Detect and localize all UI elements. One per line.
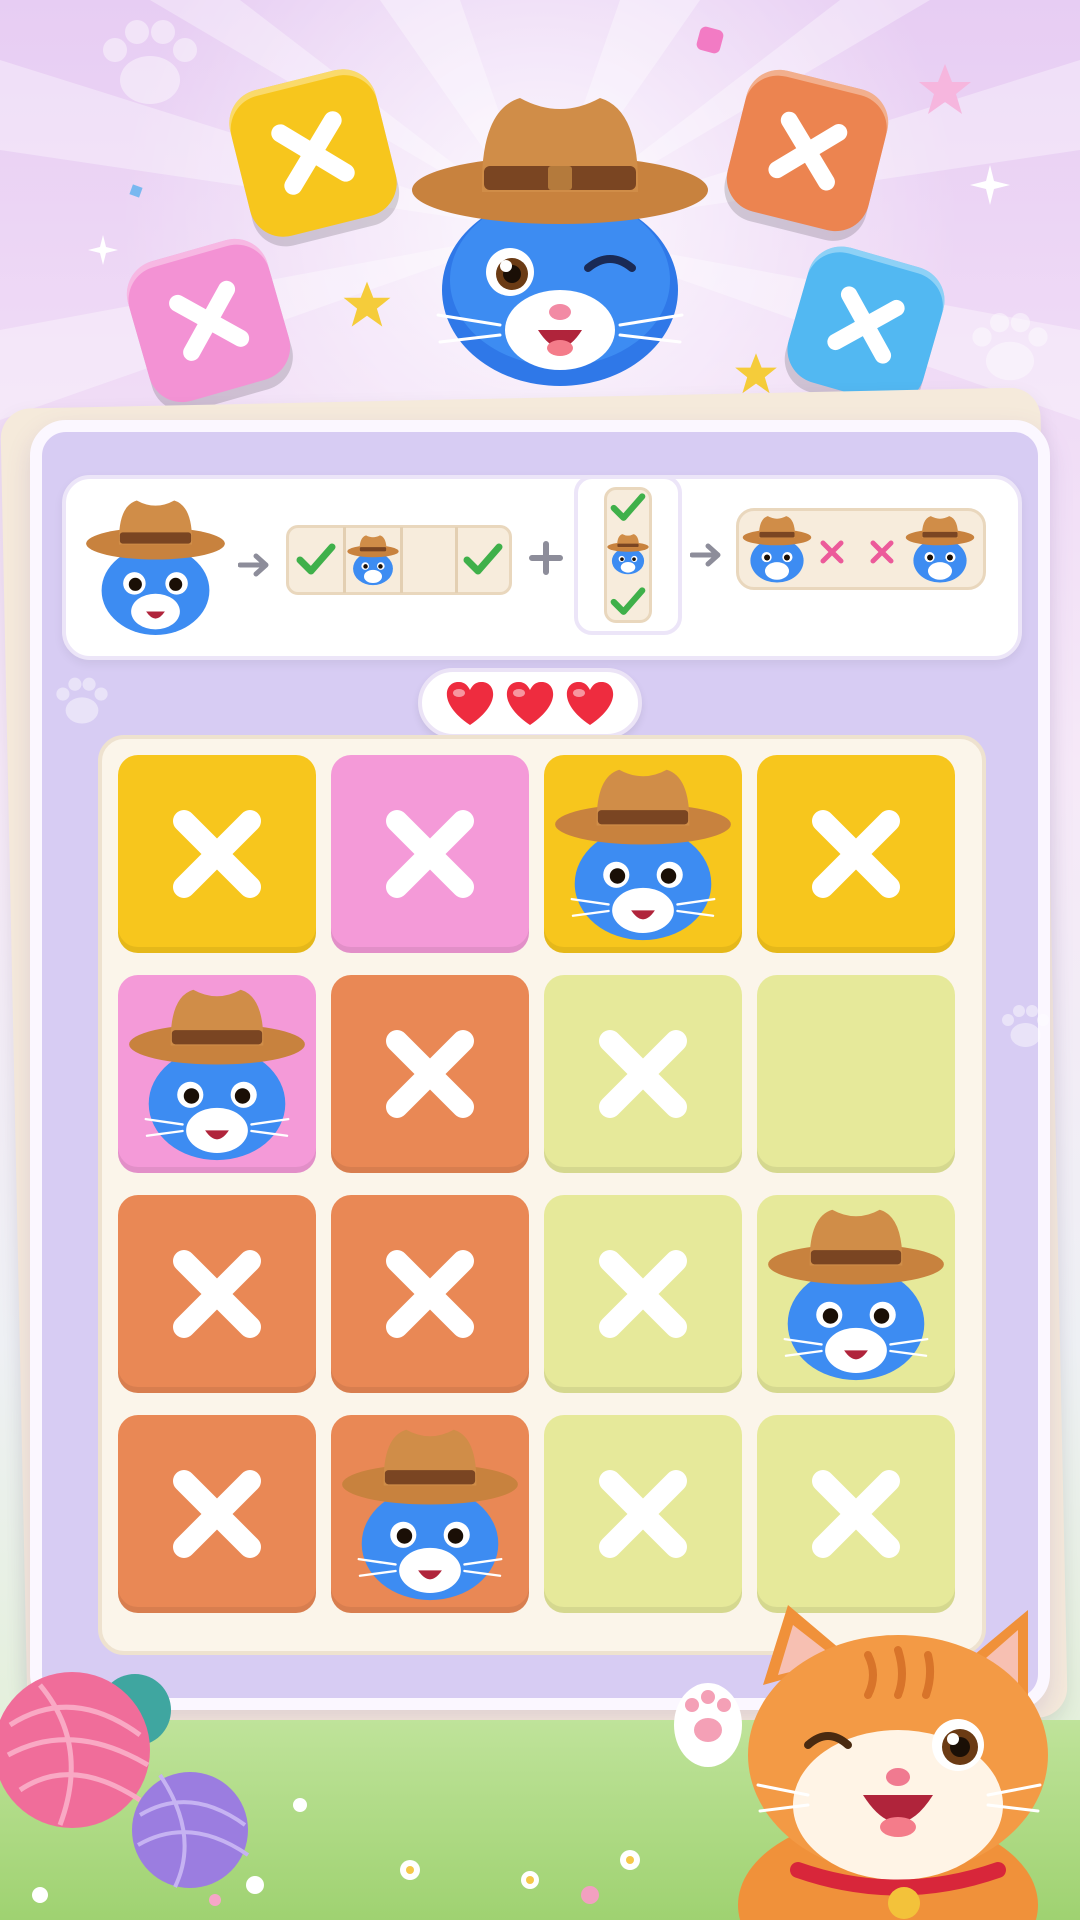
- cat-icon: [742, 516, 812, 583]
- board-cell-r1-c0[interactable]: [118, 975, 316, 1173]
- sparkle-icon: [88, 235, 118, 265]
- star-icon: [919, 64, 971, 114]
- flowers-decoration: [400, 1850, 640, 1904]
- sparkle-icon: [970, 165, 1010, 205]
- board-cell-r0-c0[interactable]: [118, 755, 316, 953]
- board-cell-r1-c2[interactable]: [544, 975, 742, 1173]
- arrow-right-icon: [690, 543, 721, 567]
- board-cell-r1-c1[interactable]: [331, 975, 529, 1173]
- check-icon: [610, 493, 646, 521]
- cat-icon: [347, 535, 399, 586]
- board-cell-r3-c0[interactable]: [118, 1415, 316, 1613]
- board-cell-r3-c1[interactable]: [331, 1415, 529, 1613]
- sparkle-icon: [696, 26, 724, 54]
- x-icon: [768, 111, 847, 190]
- board-cell-r2-c3[interactable]: [757, 1195, 955, 1393]
- x-icon: [271, 111, 355, 195]
- check-icon: [296, 543, 336, 575]
- x-icon: [827, 286, 905, 364]
- x-mark-icon: [173, 1470, 261, 1558]
- yarn-balls-decoration: [0, 1672, 307, 1906]
- x-mark-icon: [812, 1470, 900, 1558]
- x-mark-icon: [173, 1250, 261, 1338]
- orange-cat-waving: [674, 1605, 1048, 1920]
- cross-icon: [820, 540, 844, 564]
- star-icon: [343, 281, 391, 327]
- board-cell-r2-c1[interactable]: [331, 1195, 529, 1393]
- x-icon: [168, 280, 249, 361]
- x-mark-icon: [599, 1470, 687, 1558]
- lives-indicator: [418, 668, 642, 738]
- board-cell-r2-c2[interactable]: [544, 1195, 742, 1393]
- paw-print-icon: [972, 313, 1048, 381]
- divider: [455, 527, 458, 593]
- heart-icon: [566, 681, 614, 725]
- board-cell-r0-c3[interactable]: [757, 755, 955, 953]
- plus-icon: [529, 541, 563, 575]
- cat-token-icon: [129, 989, 305, 1161]
- x-mark-icon: [386, 1030, 474, 1118]
- cat-token-icon: [555, 769, 731, 941]
- cat-token-icon: [768, 1209, 944, 1381]
- paw-print-icon: [1002, 1005, 1049, 1047]
- divider: [343, 527, 346, 593]
- x-mark-icon: [599, 1030, 687, 1118]
- cat-token-icon: [342, 1429, 518, 1601]
- check-icon: [610, 587, 646, 615]
- rule-cat-icon: [86, 500, 225, 635]
- board-cell-r1-c3[interactable]: [757, 975, 955, 1173]
- paw-print-icon: [103, 20, 197, 104]
- heart-icon: [506, 681, 554, 725]
- check-icon: [463, 543, 503, 575]
- sparkle-icon: [129, 184, 143, 198]
- board-cell-r0-c2[interactable]: [544, 755, 742, 953]
- divider: [400, 527, 403, 593]
- x-mark-icon: [599, 1250, 687, 1338]
- x-mark-icon: [386, 1250, 474, 1338]
- arrow-right-icon: [238, 553, 269, 577]
- cross-icon: [870, 540, 894, 564]
- board-cell-r2-c0[interactable]: [118, 1195, 316, 1393]
- board-cell-r0-c1[interactable]: [331, 755, 529, 953]
- star-icon: [735, 353, 777, 394]
- board-cell-r3-c3[interactable]: [757, 1415, 955, 1613]
- x-mark-icon: [173, 810, 261, 898]
- x-mark-icon: [386, 810, 474, 898]
- cat-icon: [607, 534, 649, 575]
- heart-icon: [446, 681, 494, 725]
- game-board: [98, 735, 986, 1655]
- cat-icon: [905, 516, 975, 583]
- board-cell-r3-c2[interactable]: [544, 1415, 742, 1613]
- cowboy-cat-mascot: [412, 98, 708, 386]
- paw-print-icon: [56, 677, 108, 724]
- x-mark-icon: [812, 810, 900, 898]
